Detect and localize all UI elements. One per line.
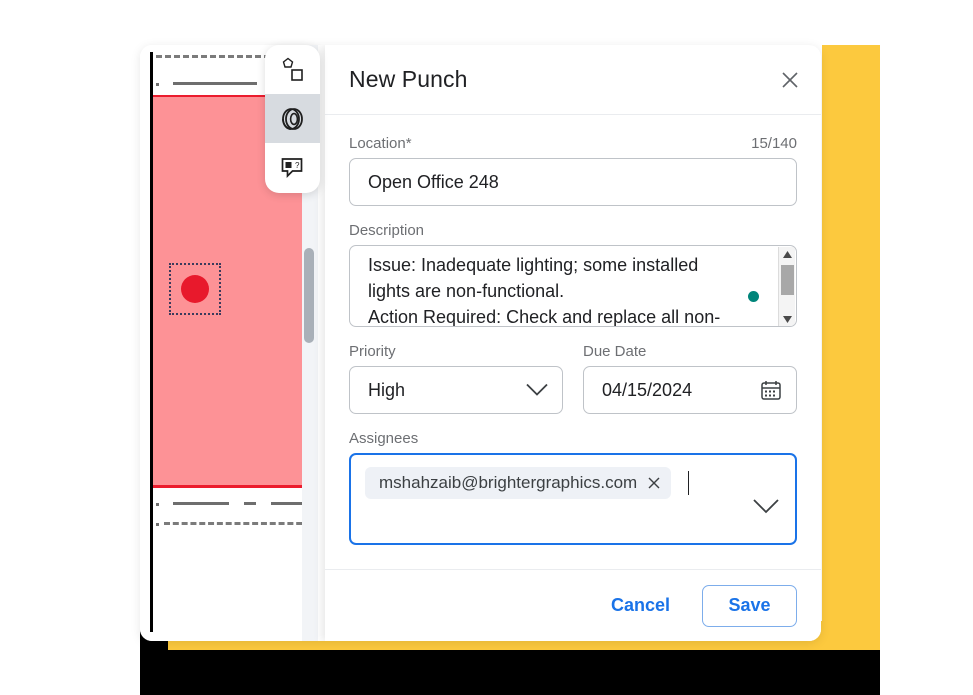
floorplan-solid-line (173, 502, 229, 505)
floorplan-solid-line (244, 502, 256, 505)
chip-remove-icon[interactable] (647, 476, 661, 490)
close-icon[interactable] (777, 67, 803, 93)
priority-select[interactable]: High (349, 366, 563, 414)
punch-tool-button[interactable] (265, 94, 320, 143)
priority-duedate-row: Priority High Due Date 04/15/2024 (349, 343, 797, 414)
tool-palette: ? (265, 45, 320, 193)
cancel-button[interactable]: Cancel (605, 594, 676, 617)
svg-text:?: ? (295, 161, 300, 170)
room-bottom-edge (153, 485, 311, 488)
description-label: Description (349, 222, 425, 239)
duedate-label: Due Date (583, 343, 647, 360)
duedate-input[interactable]: 04/15/2024 (583, 366, 797, 414)
duedate-value: 04/15/2024 (602, 379, 693, 400)
dialog-footer: Cancel Save (325, 569, 821, 641)
location-char-count: 15/140 (751, 135, 797, 152)
floorplan-tick (156, 503, 159, 506)
floorplan-tick (156, 83, 159, 86)
text-cursor (687, 471, 689, 495)
punch-marker-dot[interactable] (181, 275, 209, 303)
collaboration-cursor-dot (748, 291, 759, 302)
save-button[interactable]: Save (702, 584, 797, 627)
description-input[interactable]: Issue: Inadequate lighting; some install… (349, 245, 797, 327)
black-bottom-bar (140, 650, 880, 695)
scroll-down-arrow-icon[interactable] (779, 312, 795, 326)
location-input[interactable]: Open Office 248 (349, 158, 797, 206)
chevron-down-icon[interactable] (753, 499, 779, 519)
floorplan-scrollbar-thumb[interactable] (304, 248, 314, 343)
floorplan-tick (156, 523, 159, 526)
chevron-down-icon[interactable] (526, 383, 548, 397)
priority-value: High (368, 379, 406, 400)
location-field-group: Location* 15/140 Open Office 248 (349, 135, 797, 206)
priority-label: Priority (349, 343, 396, 360)
new-punch-dialog: New Punch Location* 15/140 Open Office 2… (325, 45, 821, 641)
floorplan-dashed-line (164, 522, 311, 525)
description-scrollbar-thumb[interactable] (781, 265, 794, 295)
assignees-input[interactable]: mshahzaib@brightergraphics.com (349, 453, 797, 545)
assignee-chip-label: mshahzaib@brightergraphics.com (379, 473, 638, 492)
assignees-label: Assignees (349, 430, 419, 447)
shapes-tool-button[interactable] (265, 45, 320, 94)
assignees-field-group: Assignees mshahzaib@brightergraphics.com (349, 430, 797, 545)
yellow-accent-shape (822, 45, 880, 650)
assignee-chip[interactable]: mshahzaib@brightergraphics.com (365, 467, 672, 499)
scroll-up-arrow-icon[interactable] (779, 247, 795, 262)
priority-field-group: Priority High (349, 343, 563, 414)
location-label: Location* (349, 135, 412, 152)
calendar-icon[interactable] (760, 379, 782, 401)
duedate-field-group: Due Date 04/15/2024 (583, 343, 797, 414)
description-text: Issue: Inadequate lighting; some install… (368, 255, 721, 327)
description-scrollbar[interactable] (778, 247, 795, 326)
dialog-header: New Punch (325, 45, 821, 115)
floorplan-solid-line (173, 82, 257, 85)
page-title: New Punch (349, 66, 468, 92)
description-field-group: Description Issue: Inadequate lighting; … (349, 222, 797, 327)
dialog-body: Location* 15/140 Open Office 248 Descrip… (325, 115, 821, 545)
app-card: New Punch Location* 15/140 Open Office 2… (140, 45, 821, 641)
comment-tool-button[interactable]: ? (265, 143, 320, 192)
